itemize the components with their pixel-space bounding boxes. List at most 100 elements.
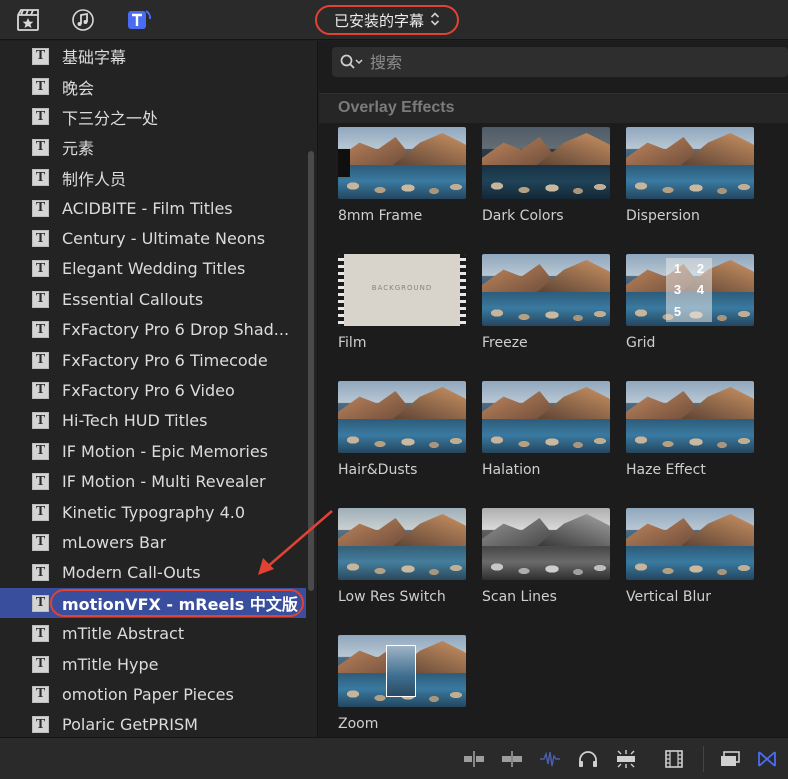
- sidebar: T 基础字幕 T 晚会 T 下三分之一处 T 元素 T 制作人员 T ACIDBITE - Film …: [0, 41, 318, 737]
- sidebar-item[interactable]: T 下三分之一处: [0, 102, 306, 132]
- title-category-icon: T: [32, 533, 49, 551]
- title-category-icon: T: [32, 625, 49, 643]
- title-category-icon: T: [32, 47, 49, 65]
- sidebar-item[interactable]: T FxFactory Pro 6 Video: [0, 375, 306, 405]
- sidebar-item[interactable]: T 晚会: [0, 71, 306, 101]
- top-toolbar: 已安装的字幕: [0, 0, 788, 40]
- sidebar-item-label: IF Motion - Epic Memories: [62, 441, 269, 461]
- sidebar-item[interactable]: T Modern Call-Outs: [0, 558, 306, 588]
- sidebar-item[interactable]: T Hi-Tech HUD Titles: [0, 406, 306, 436]
- grid-number: 4: [696, 282, 705, 298]
- library-selector-dropdown[interactable]: 已安装的字幕: [315, 5, 459, 35]
- sidebar-item[interactable]: T Century - Ultimate Neons: [0, 223, 306, 253]
- sidebar-item-label: 下三分之一处: [62, 108, 159, 128]
- sidebar-item-label: Essential Callouts: [62, 289, 204, 309]
- section-header: Overlay Effects: [319, 93, 788, 123]
- effect-tile-label: Low Res Switch: [338, 589, 446, 605]
- solo-icon[interactable]: [614, 749, 638, 769]
- search-icon[interactable]: [340, 52, 364, 72]
- search-input[interactable]: [370, 52, 750, 72]
- effect-tile-label: Halation: [482, 462, 541, 478]
- effect-thumbnail: [626, 508, 754, 580]
- sidebar-item[interactable]: T FxFactory Pro 6 Drop Shad...: [0, 315, 306, 345]
- sidebar-item[interactable]: T Essential Callouts: [0, 284, 306, 314]
- effect-tile[interactable]: Zoom: [338, 635, 466, 732]
- sidebar-item[interactable]: T 制作人员: [0, 163, 306, 193]
- sidebar-item-label: mLowers Bar: [62, 532, 167, 552]
- sidebar-item-label: motionVFX - mReels 中文版: [62, 595, 298, 615]
- sidebar-scrollbar[interactable]: [308, 151, 314, 591]
- grid-number: 5: [673, 303, 682, 319]
- sidebar-item[interactable]: Tomotion Paper Pieces: [0, 679, 306, 709]
- headphones-icon[interactable]: [576, 749, 600, 769]
- effect-thumbnail: [338, 635, 466, 707]
- title-category-icon: T: [32, 78, 49, 96]
- sidebar-item[interactable]: T IF Motion - Multi Revealer: [0, 466, 306, 496]
- title-category-icon: T: [32, 138, 49, 156]
- effect-thumbnail: 12345: [626, 254, 754, 326]
- titles-icon[interactable]: [125, 7, 153, 33]
- effect-tile-label: Dark Colors: [482, 208, 564, 224]
- section-title: Overlay Effects: [338, 99, 455, 116]
- effect-thumbnail: [338, 381, 466, 453]
- effect-thumbnail: [482, 381, 610, 453]
- sidebar-item[interactable]: T IF Motion - Epic Memories: [0, 436, 306, 466]
- title-category-icon: T: [32, 564, 49, 582]
- sidebar-item[interactable]: T 基础字幕: [0, 41, 306, 71]
- title-category-icon: T: [32, 442, 49, 460]
- effect-tile[interactable]: Dark Colors: [482, 127, 610, 224]
- sidebar-item[interactable]: TmTitle Abstract: [0, 618, 306, 648]
- sidebar-item[interactable]: T Polaric GetPRISM: [0, 710, 306, 737]
- sidebar-item-label: 制作人员: [62, 169, 127, 189]
- effect-tile[interactable]: Halation: [482, 381, 610, 478]
- sidebar-item[interactable]: T Kinetic Typography 4.0: [0, 497, 306, 527]
- title-category-icon: T: [32, 381, 49, 399]
- effect-tile[interactable]: Vertical Blur: [626, 508, 754, 605]
- bottom-toolbar: [0, 737, 788, 779]
- sidebar-item[interactable]: T ACIDBITE - Film Titles: [0, 193, 306, 223]
- sidebar-item-label: Modern Call-Outs: [62, 563, 201, 583]
- effect-tile[interactable]: 1 2 3 4 5 Grid: [626, 254, 754, 351]
- effect-tile[interactable]: 8mm Frame: [338, 127, 466, 224]
- sidebar-item[interactable]: T FxFactory Pro 6 Timecode: [0, 345, 306, 375]
- title-category-icon: T: [32, 169, 49, 187]
- snapping-icon[interactable]: [500, 749, 524, 769]
- sidebar-item[interactable]: T Elegant Wedding Titles: [0, 254, 306, 284]
- title-category-icon: T: [32, 594, 49, 612]
- effect-thumbnail: BACKGROUND: [338, 254, 466, 326]
- effect-tile-label: Zoom: [338, 716, 379, 732]
- effect-tile[interactable]: Haze Effect: [626, 381, 754, 478]
- sidebar-item-label: FxFactory Pro 6 Video: [62, 380, 235, 400]
- sidebar-item[interactable]: TmTitle Hype: [0, 649, 306, 679]
- effect-tile[interactable]: Scan Lines: [482, 508, 610, 605]
- filmstrip-icon[interactable]: [662, 749, 686, 769]
- music-note-icon[interactable]: [69, 7, 97, 33]
- effect-thumbnail: [482, 254, 610, 326]
- sidebar-item-label: omotion Paper Pieces: [62, 684, 234, 704]
- effect-thumbnail: [338, 127, 466, 199]
- search-bar: [332, 47, 788, 77]
- grid-number: 3: [673, 282, 682, 298]
- grid-numbers: 12345: [666, 258, 712, 322]
- clapper-star-icon[interactable]: [14, 7, 42, 33]
- effect-tile[interactable]: BACKGROUND Film: [338, 254, 466, 351]
- toolbar-divider: [703, 746, 704, 772]
- effect-tile-label: Dispersion: [626, 208, 700, 224]
- sidebar-item-label: Hi-Tech HUD Titles: [62, 411, 208, 431]
- title-category-icon: T: [32, 290, 49, 308]
- effect-tile[interactable]: Low Res Switch: [338, 508, 466, 605]
- sidebar-item[interactable]: TmLowers Bar: [0, 527, 306, 557]
- waveform-icon[interactable]: [538, 749, 562, 769]
- effect-tile[interactable]: Hair&Dusts: [338, 381, 466, 478]
- effect-tile-label: Haze Effect: [626, 462, 706, 478]
- effect-tile[interactable]: Dispersion: [626, 127, 754, 224]
- clip-appearance-icon[interactable]: [718, 749, 742, 769]
- sidebar-item[interactable]: TmotionVFX - mReels 中文版: [0, 588, 306, 619]
- audio-skimming-icon[interactable]: [462, 749, 486, 769]
- library-selector-label: 已安装的字幕: [333, 11, 424, 30]
- title-category-icon: T: [32, 260, 49, 278]
- sidebar-item[interactable]: T 元素: [0, 132, 306, 162]
- transitions-icon[interactable]: [755, 749, 779, 769]
- effect-tile[interactable]: Freeze: [482, 254, 610, 351]
- effect-thumbnail: [338, 508, 466, 580]
